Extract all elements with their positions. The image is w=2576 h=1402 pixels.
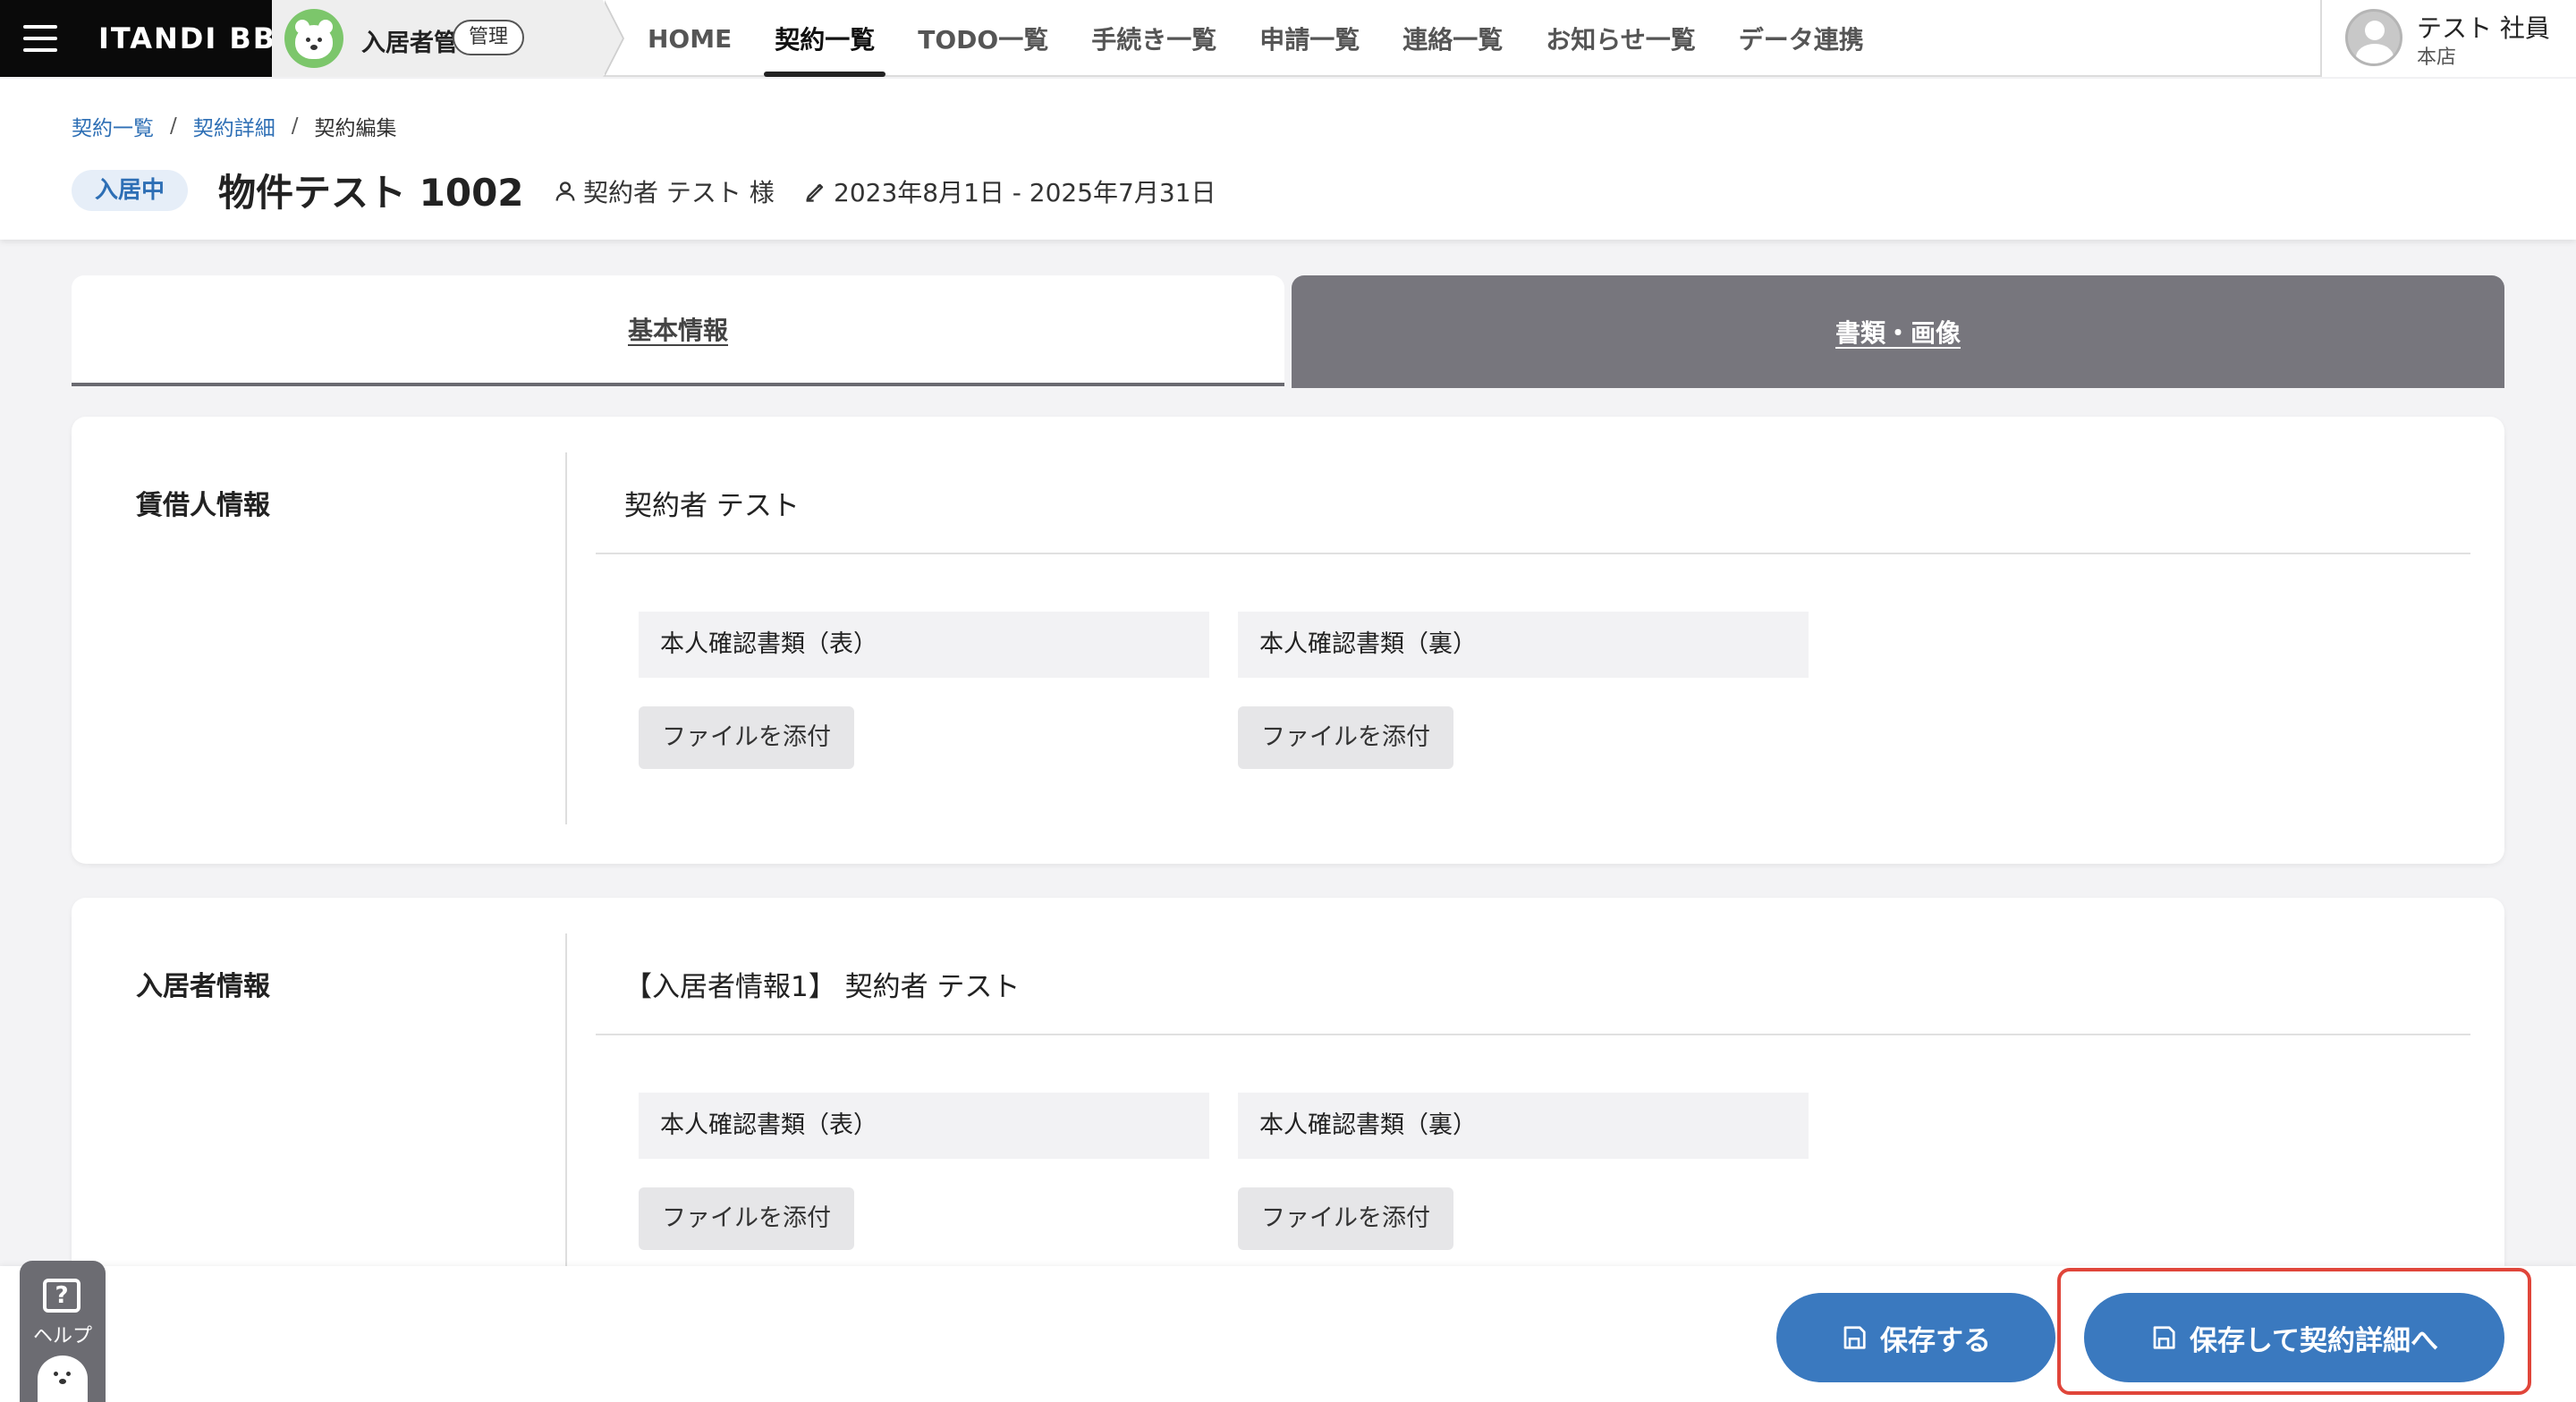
tab-basic-info[interactable]: 基本情報: [72, 275, 1284, 386]
doc-label-id-back: 本人確認書類（裏）: [1238, 1093, 1809, 1159]
person-icon: [555, 182, 575, 201]
save-button-label: 保存する: [1880, 1324, 1991, 1357]
top-header: ITANDI BB 入居者管理 管理 HOME 契約一覧 TODO一覧 手続き一…: [0, 0, 2576, 77]
nav-procedures[interactable]: 手続き一覧: [1070, 0, 1238, 77]
contractor-meta: 契約者 テスト 様: [553, 173, 775, 209]
help-label: ヘルプ: [32, 1325, 92, 1347]
attach-file-button[interactable]: ファイルを添付: [639, 706, 854, 769]
hamburger-icon[interactable]: [23, 21, 57, 55]
person-name: 契約者 テスト: [624, 490, 800, 522]
bear-logo-icon: [284, 9, 343, 68]
breadcrumb-contract-detail[interactable]: 契約詳細: [193, 111, 275, 141]
divider: [596, 1034, 2470, 1035]
attach-file-button[interactable]: ファイルを添付: [1238, 706, 1453, 769]
help-question-icon: ?: [43, 1279, 80, 1313]
breadcrumb: 契約一覧 / 契約詳細 / 契約編集: [72, 111, 397, 141]
brand-logo[interactable]: ITANDI BB: [98, 21, 276, 55]
save-button[interactable]: 保存する: [1776, 1293, 2055, 1382]
person-name: 【入居者情報1】 契約者 テスト: [624, 971, 1021, 1003]
breadcrumb-separator: /: [291, 114, 299, 138]
highlight-annotation: [2057, 1268, 2531, 1395]
contract-period-meta: 2023年8月1日 - 2025年7月31日: [803, 173, 1216, 209]
nav-todo[interactable]: TODO一覧: [896, 0, 1070, 77]
nav-data-integration[interactable]: データ連携: [1717, 0, 1885, 77]
nav-home[interactable]: HOME: [626, 0, 753, 77]
tab-documents-images[interactable]: 書類・画像: [1292, 275, 2504, 388]
attach-file-button[interactable]: ファイルを添付: [639, 1187, 854, 1250]
breadcrumb-current: 契約編集: [314, 117, 397, 140]
section-divider: [565, 452, 567, 824]
main-nav: HOME 契約一覧 TODO一覧 手続き一覧 申請一覧 連絡一覧 お知らせ一覧 …: [626, 0, 1885, 77]
bear-mascot-icon: [38, 1356, 88, 1402]
brand-area: ITANDI BB: [0, 0, 275, 77]
contract-header: 契約一覧 / 契約詳細 / 契約編集 入居中 物件テスト 1002 契約者 テス…: [0, 79, 2576, 240]
content-tabs: 基本情報 書類・画像: [72, 275, 2504, 388]
avatar-icon: [2345, 9, 2402, 66]
nav-notices[interactable]: お知らせ一覧: [1524, 0, 1716, 77]
doc-label-id-front: 本人確認書類（表）: [639, 1093, 1209, 1159]
help-widget[interactable]: ? ヘルプ: [20, 1261, 106, 1402]
floppy-disk-icon: [1843, 1326, 1866, 1349]
breadcrumb-contracts[interactable]: 契約一覧: [72, 111, 154, 141]
nav-applications[interactable]: 申請一覧: [1238, 0, 1381, 77]
divider: [596, 553, 2470, 554]
attach-file-button[interactable]: ファイルを添付: [1238, 1187, 1453, 1250]
nav-contacts[interactable]: 連絡一覧: [1381, 0, 1524, 77]
user-menu[interactable]: テスト 社員 本店: [2320, 0, 2576, 77]
page-title: 物件テスト 1002: [218, 171, 524, 215]
doc-label-id-back: 本人確認書類（裏）: [1238, 612, 1809, 678]
tenant-info-section: 賃借人情報 契約者 テスト 本人確認書類（表） 本人確認書類（裏） ファイルを添…: [72, 417, 2504, 864]
user-branch: 本店: [2417, 46, 2457, 69]
pen-icon: [806, 183, 824, 202]
section-title: 入居者情報: [136, 971, 270, 1002]
app-switcher[interactable]: 入居者管理 管理: [272, 0, 624, 77]
contract-period: 2023年8月1日 - 2025年7月31日: [834, 178, 1216, 207]
nav-contracts[interactable]: 契約一覧: [753, 0, 896, 77]
status-badge: 入居中: [72, 170, 189, 211]
doc-label-id-front: 本人確認書類（表）: [639, 612, 1209, 678]
contractor-name: 契約者 テスト 様: [583, 178, 775, 207]
breadcrumb-separator: /: [170, 114, 177, 138]
section-title: 賃借人情報: [136, 490, 270, 521]
app-role-badge: 管理: [453, 20, 525, 55]
user-name: テスト 社員: [2417, 13, 2550, 43]
